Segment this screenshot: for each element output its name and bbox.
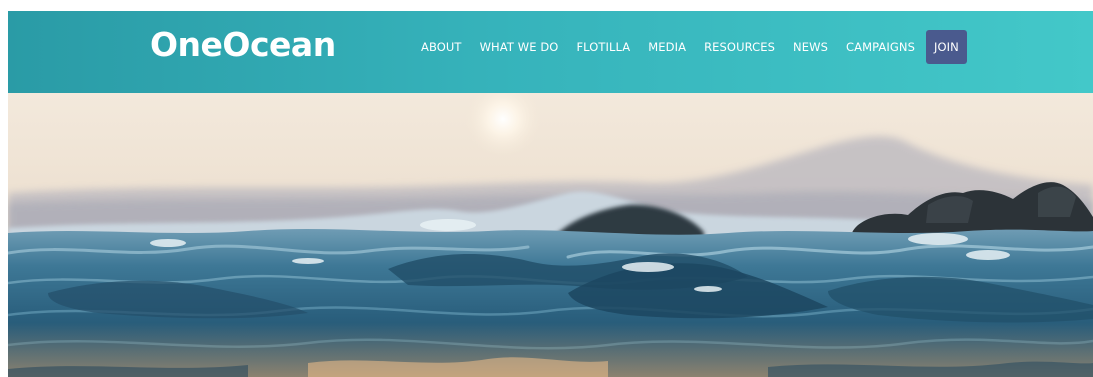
site-header: OneOcean ABOUT WHAT WE DO FLOTILLA MEDIA…: [8, 11, 1093, 93]
join-button[interactable]: JOIN: [925, 30, 967, 64]
page: OneOcean ABOUT WHAT WE DO FLOTILLA MEDIA…: [0, 0, 1093, 377]
hero-banner-image: [8, 93, 1093, 377]
nav-item-about[interactable]: ABOUT: [412, 30, 471, 64]
nav-item-flotilla[interactable]: FLOTILLA: [567, 30, 639, 64]
nav-item-resources[interactable]: RESOURCES: [695, 30, 784, 64]
nav-item-what-we-do[interactable]: WHAT WE DO: [471, 30, 568, 64]
main-nav: ABOUT WHAT WE DO FLOTILLA MEDIA RESOURCE…: [412, 30, 967, 64]
oneocean-logo[interactable]: OneOcean: [150, 25, 336, 65]
site-frame: OneOcean ABOUT WHAT WE DO FLOTILLA MEDIA…: [8, 11, 1093, 377]
nav-item-campaigns[interactable]: CAMPAIGNS: [837, 30, 924, 64]
ocean-waves-photo: [8, 93, 1093, 377]
nav-item-news[interactable]: NEWS: [784, 30, 837, 64]
nav-item-media[interactable]: MEDIA: [639, 30, 695, 64]
